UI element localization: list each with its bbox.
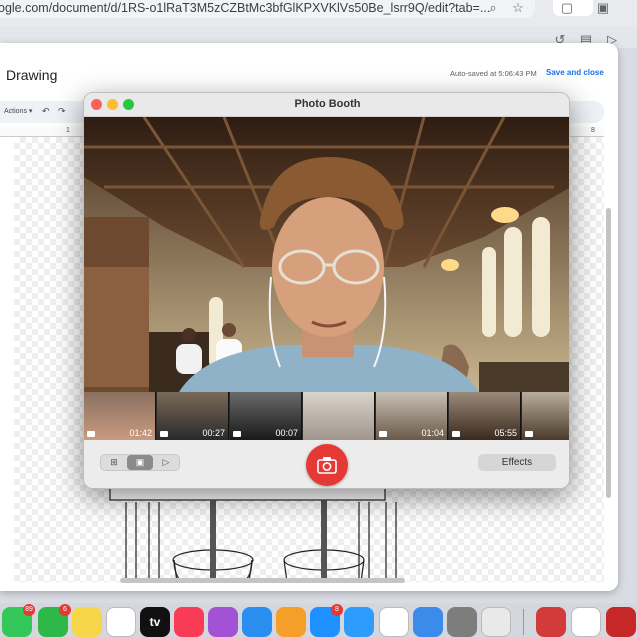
thumbnail-duration: 05:55: [494, 428, 517, 438]
puzzle-icon[interactable]: ▣: [594, 0, 612, 16]
thumbnail-duration: 00:27: [202, 428, 225, 438]
dock-app-keynote[interactable]: [242, 607, 272, 637]
address-bar[interactable]: ogle.com/document/d/1RS-o1lRaT3M5zCZBtMc…: [0, 0, 535, 18]
photo-booth-window: Photo Booth 01:42 00:27 00:07 01:04 05:5…: [83, 92, 570, 489]
thumbnail-duration: 01:42: [129, 428, 152, 438]
dock-badge: 89: [23, 604, 35, 616]
extension-icon[interactable]: ▢: [558, 0, 576, 16]
redo-button[interactable]: ↷: [58, 106, 66, 117]
camera-scene: [84, 117, 569, 392]
dock-app-safari[interactable]: [344, 607, 374, 637]
thumbnail[interactable]: 00:27: [157, 392, 229, 440]
camera-icon: [317, 457, 337, 474]
thumbnail[interactable]: 00:07: [230, 392, 302, 440]
ruler-mark-right: 8: [591, 127, 595, 134]
ruler-mark-left: 1: [66, 127, 70, 134]
mode-selector: ⊞ ▣ ▷: [100, 454, 180, 471]
dock-app-chrome[interactable]: [379, 607, 409, 637]
autosave-status: Auto-saved at 5:06:43 PM: [450, 69, 537, 78]
dock-app-pages[interactable]: [276, 607, 306, 637]
star-icon[interactable]: ☆: [509, 0, 527, 16]
four-up-mode-button[interactable]: ⊞: [101, 455, 127, 470]
take-photo-button[interactable]: [306, 444, 348, 486]
dock-app-music[interactable]: [174, 607, 204, 637]
horizontal-scrollbar[interactable]: [120, 578, 405, 583]
video-icon: [525, 431, 533, 437]
window-title: Photo Booth: [294, 98, 361, 110]
thumbnail-strip[interactable]: 01:42 00:27 00:07 01:04 05:55: [84, 392, 569, 440]
dock-app-photo-booth[interactable]: [536, 607, 566, 637]
dock-app-freeform[interactable]: [106, 607, 136, 637]
dock-app-photo-booth-active[interactable]: [606, 607, 636, 637]
control-bar: ⊞ ▣ ▷ Effects: [84, 440, 569, 488]
zoom-icon[interactable]: ⌕: [484, 0, 502, 16]
effects-button[interactable]: Effects: [478, 454, 556, 471]
dock-app-label: tv: [149, 615, 161, 629]
thumbnail-duration: 01:04: [421, 428, 444, 438]
browser-chrome: ogle.com/document/d/1RS-o1lRaT3M5zCZBtMc…: [0, 0, 637, 26]
url-text: ogle.com/document/d/1RS-o1lRaT3M5zCZBtMc…: [0, 1, 491, 15]
title-bar: Photo Booth: [84, 93, 569, 117]
thumbnail[interactable]: 01:04: [376, 392, 448, 440]
actions-menu[interactable]: Actions ▾: [4, 107, 32, 115]
vertical-scrollbar[interactable]: [606, 208, 611, 498]
video-icon: [452, 431, 460, 437]
dock-badge: 6: [59, 604, 71, 616]
single-photo-mode-button[interactable]: ▣: [127, 455, 153, 470]
video-icon: [379, 431, 387, 437]
dock-app-mail[interactable]: [413, 607, 443, 637]
video-icon: [87, 431, 95, 437]
video-icon: [160, 431, 168, 437]
dialog-title: Drawing: [6, 67, 58, 83]
dock-badge: 8: [331, 604, 343, 616]
dock-app-notes[interactable]: [72, 607, 102, 637]
dock-app-system-settings[interactable]: [447, 607, 477, 637]
video-mode-button[interactable]: ▷: [153, 455, 179, 470]
dock-app-tv[interactable]: tv: [140, 607, 170, 637]
save-and-close-button[interactable]: Save and close: [546, 68, 604, 77]
dock-app-iphone-mirroring[interactable]: [481, 607, 511, 637]
thumbnail[interactable]: [303, 392, 375, 440]
camera-preview: [84, 117, 569, 392]
dock-separator: [523, 609, 524, 635]
undo-button[interactable]: ↶: [42, 106, 50, 117]
dock-app-chatgpt[interactable]: [571, 607, 601, 637]
thumbnail[interactable]: [522, 392, 569, 440]
dock-app-podcasts[interactable]: [208, 607, 238, 637]
thumbnail[interactable]: 05:55: [449, 392, 521, 440]
thumbnail[interactable]: 01:42: [84, 392, 156, 440]
video-icon: [233, 431, 241, 437]
thumbnail-duration: 00:07: [275, 428, 298, 438]
